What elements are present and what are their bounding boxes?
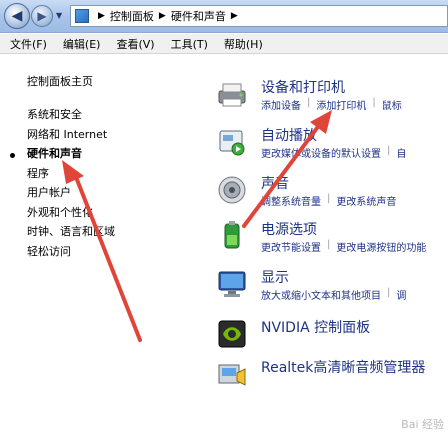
title-bar: ◀ ▶ ▼ ▶ 控制面板 ▶ 硬件和声音 ▶ <box>0 0 448 33</box>
link-change-power-saving[interactable]: 更改节能设置 <box>261 239 321 254</box>
sidebar-home-link[interactable]: 控制面板主页 <box>27 73 93 89</box>
menu-file[interactable]: 文件(F) <box>10 36 47 52</box>
menu-help[interactable]: 帮助(H) <box>224 36 263 52</box>
sidebar-item-ease-of-access[interactable]: 轻松访问 <box>27 243 115 263</box>
sidebar-item-hardware-sound[interactable]: 硬件和声音 <box>27 145 115 165</box>
category-title[interactable]: 显示 <box>261 267 289 287</box>
link-zoom-text[interactable]: 放大或缩小文本和其他项目 <box>261 287 381 302</box>
power-icon <box>224 221 240 249</box>
breadcrumb-chevron-icon[interactable]: ▶ <box>159 11 166 21</box>
recent-pages-dropdown-icon[interactable]: ▼ <box>56 11 62 20</box>
link-change-system-sounds[interactable]: 更改系统声音 <box>336 193 396 208</box>
link-adjust-resolution[interactable]: 调 <box>396 287 406 302</box>
category-links: 更改节能设置 | 更改电源按钮的功能 <box>261 239 426 254</box>
menu-view[interactable]: 查看(V) <box>116 36 154 52</box>
autoplay-icon <box>219 130 245 156</box>
forward-arrow-icon: ▶ <box>37 9 47 23</box>
category-links: 放大或缩小文本和其他项目 | 调 <box>261 287 406 302</box>
category-title[interactable]: 声音 <box>261 173 289 193</box>
menu-edit[interactable]: 编辑(E) <box>63 36 101 52</box>
back-button[interactable]: ◀ <box>4 3 30 29</box>
category-title[interactable]: NVIDIA 控制面板 <box>261 317 370 337</box>
realtek-icon <box>218 364 246 386</box>
current-item-bullet <box>10 153 15 158</box>
link-change-default-media[interactable]: 更改媒体或设备的默认设置 <box>261 145 381 160</box>
menu-bar: 文件(F) 编辑(E) 查看(V) 工具(T) 帮助(H) <box>0 34 448 54</box>
address-bar[interactable]: ▶ 控制面板 ▶ 硬件和声音 ▶ <box>70 5 448 27</box>
link-separator: | <box>307 97 311 108</box>
category-title[interactable]: 设备和打印机 <box>261 77 345 97</box>
sidebar-item-programs[interactable]: 程序 <box>27 165 115 185</box>
breadcrumb-control-panel[interactable]: 控制面板 <box>110 8 154 24</box>
breadcrumb-hardware-sound[interactable]: 硬件和声音 <box>171 8 226 24</box>
category-links: 添加设备 | 添加打印机 | 鼠标 <box>261 97 402 112</box>
link-separator: | <box>327 239 331 250</box>
monitor-icon <box>218 271 246 297</box>
sidebar: 控制面板主页 系统和安全 网络和 Internet 硬件和声音 程序 用户帐户 … <box>0 55 205 434</box>
forward-button[interactable]: ▶ <box>31 5 53 27</box>
category-title[interactable]: Realtek高清晰音频管理器 <box>261 357 425 377</box>
sidebar-item-clock-language-region[interactable]: 时钟、语言和区域 <box>27 223 115 243</box>
category-title[interactable]: 电源选项 <box>261 219 317 239</box>
menu-tools[interactable]: 工具(T) <box>171 36 208 52</box>
link-separator: | <box>327 193 331 204</box>
link-add-printer[interactable]: 添加打印机 <box>316 97 366 112</box>
breadcrumb-chevron-icon[interactable]: ▶ <box>231 11 238 21</box>
link-autoplay-cd[interactable]: 自 <box>396 145 406 160</box>
sidebar-list: 系统和安全 网络和 Internet 硬件和声音 程序 用户帐户 外观和个性化 … <box>27 106 115 262</box>
link-separator: | <box>387 145 391 156</box>
category-title[interactable]: 自动播放 <box>261 125 317 145</box>
category-links: 调整系统音量 | 更改系统声音 <box>261 193 396 208</box>
link-adjust-volume[interactable]: 调整系统音量 <box>261 193 321 208</box>
link-separator: | <box>372 97 376 108</box>
link-power-button-function[interactable]: 更改电源按钮的功能 <box>336 239 426 254</box>
nvidia-icon <box>218 320 246 348</box>
category-links: 更改媒体或设备的默认设置 | 自 <box>261 145 406 160</box>
sidebar-item-user-accounts[interactable]: 用户帐户 <box>27 184 115 204</box>
control-panel-icon <box>75 9 89 23</box>
watermark: Bai 经验 <box>401 418 444 431</box>
link-add-device[interactable]: 添加设备 <box>261 97 301 112</box>
link-mouse[interactable]: 鼠标 <box>382 97 402 112</box>
breadcrumb-chevron-icon[interactable]: ▶ <box>98 11 105 21</box>
printer-icon <box>218 83 246 107</box>
category-content: 设备和打印机 添加设备 | 添加打印机 | 鼠标 自动播放 更改媒体或设备的默认… <box>205 55 448 434</box>
sidebar-item-network-internet[interactable]: 网络和 Internet <box>27 126 115 146</box>
speaker-icon <box>218 176 246 204</box>
back-arrow-icon: ◀ <box>11 8 23 24</box>
link-separator: | <box>387 287 391 298</box>
sidebar-item-appearance[interactable]: 外观和个性化 <box>27 204 115 224</box>
sidebar-item-system-security[interactable]: 系统和安全 <box>27 106 115 126</box>
